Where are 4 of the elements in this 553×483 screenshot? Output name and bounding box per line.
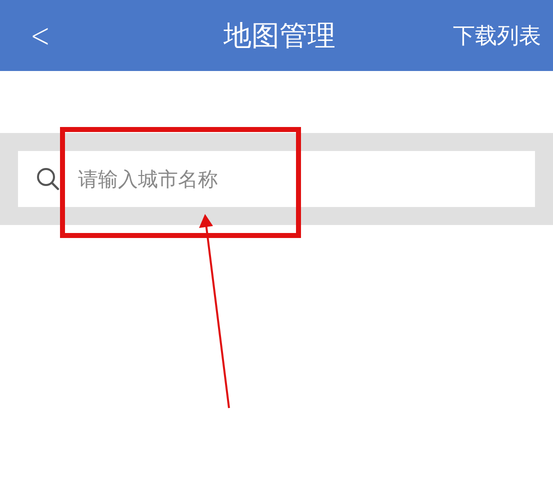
search-field[interactable]: 请输入城市名称 [18,151,535,207]
back-button[interactable]: < [24,16,56,56]
download-list-button[interactable]: 下载列表 [453,20,541,50]
page-title: 地图管理 [224,18,336,54]
